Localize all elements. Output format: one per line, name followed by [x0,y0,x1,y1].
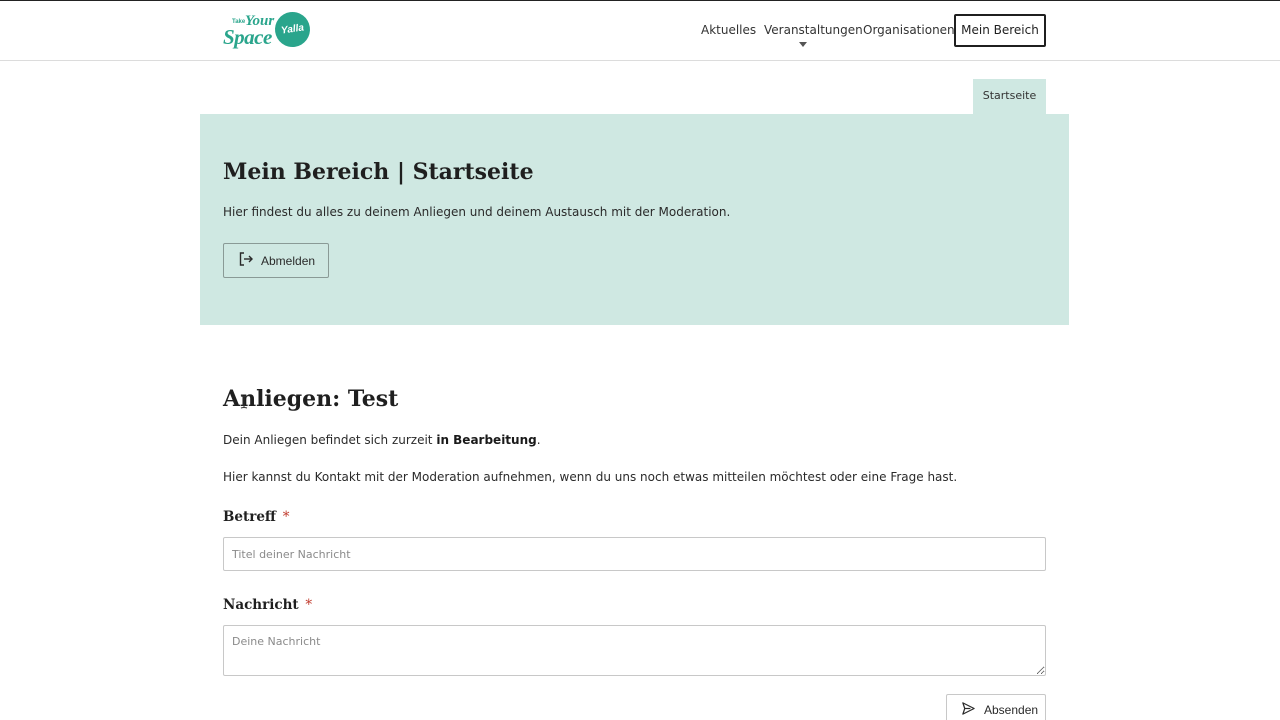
text-cursor-icon [240,395,248,409]
required-marker: * [305,597,313,613]
message-textarea[interactable] [223,625,1046,676]
subject-label-text: Betreff [223,509,277,525]
chevron-down-icon[interactable] [799,42,807,47]
nav-link-organisationen[interactable]: Organisationen [863,23,955,37]
send-icon [961,701,976,719]
status-prefix: Dein Anliegen befindet sich zurzeit [223,433,437,447]
nav-link-veranstaltungen[interactable]: Veranstaltungen [764,23,863,37]
concern-status: Dein Anliegen befindet sich zurzeit in B… [223,433,541,447]
hero-description: Hier findest du alles zu deinem Anliegen… [223,205,731,219]
mein-bereich-button[interactable]: Mein Bereich [954,14,1046,47]
subject-label: Betreff * [223,509,289,525]
contact-description: Hier kannst du Kontakt mit der Moderatio… [223,470,958,484]
hero-panel: Mein Bereich | Startseite Hier findest d… [200,114,1069,325]
required-marker: * [282,509,290,525]
concern-title: Anliegen: Test [223,386,399,412]
top-edge-line [0,0,1280,1]
status-value: in Bearbeitung [436,433,537,447]
logo-badge: Yalla [272,9,313,50]
top-navigation-bar: Take Your Space Yalla Aktuelles Veransta… [0,0,1280,61]
logout-button[interactable]: Abmelden [223,243,329,278]
tab-startseite[interactable]: Startseite [973,79,1046,114]
nav-link-aktuelles[interactable]: Aktuelles [701,23,756,37]
logo-word-space: Space [223,25,272,49]
message-label-text: Nachricht [223,597,299,613]
page-title: Mein Bereich | Startseite [223,159,534,185]
message-label: Nachricht * [223,597,312,613]
logout-label: Abmelden [261,253,316,268]
status-suffix: . [536,433,541,447]
logout-icon [238,251,254,270]
subject-input[interactable] [223,537,1046,571]
send-button[interactable]: Absenden [946,694,1046,720]
site-logo[interactable]: Take Your Space Yalla [222,9,313,50]
send-label: Absenden [984,703,1039,717]
